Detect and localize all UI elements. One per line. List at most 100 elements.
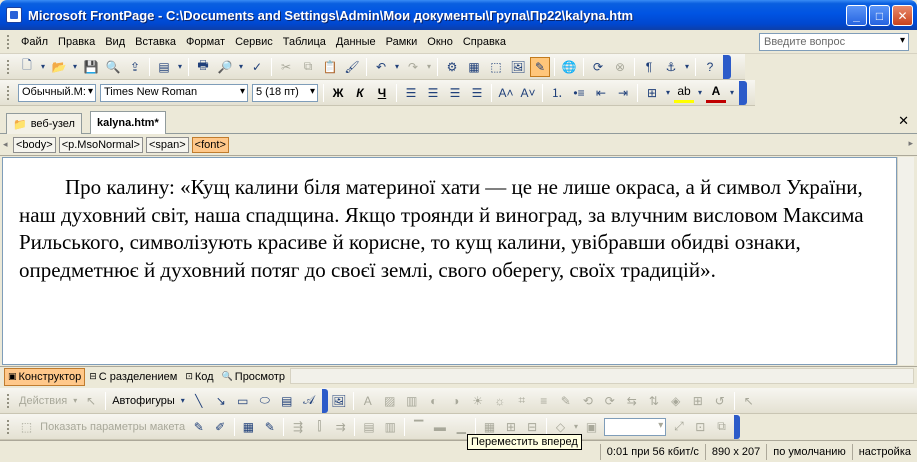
table-properties-icon[interactable]: ▦ bbox=[239, 417, 258, 437]
menu-view[interactable]: Вид bbox=[100, 33, 130, 51]
open-folder-icon[interactable]: 📂 bbox=[49, 57, 69, 77]
toolbar-options-handle[interactable] bbox=[723, 54, 731, 79]
layer-icon[interactable]: ⊡ bbox=[691, 417, 710, 437]
arrow-icon[interactable]: ↘ bbox=[211, 391, 231, 411]
wordart-icon[interactable]: 𝒜 bbox=[299, 391, 319, 411]
tag-body[interactable]: <body> bbox=[13, 136, 56, 153]
decrease-indent-icon[interactable]: ⇤ bbox=[591, 83, 611, 103]
dropdown-arrow-icon[interactable]: ▾ bbox=[728, 83, 736, 103]
toolbar-options-handle[interactable] bbox=[734, 414, 740, 439]
align-middle-icon[interactable]: ▬ bbox=[430, 417, 449, 437]
help-icon[interactable]: ? bbox=[700, 57, 720, 77]
align-right-icon[interactable]: ☰ bbox=[445, 83, 465, 103]
move-forward-icon[interactable]: ⧉ bbox=[712, 417, 731, 437]
show-layout-params-button[interactable]: Показать параметры макета bbox=[37, 421, 188, 433]
rotate-right-icon[interactable]: ⟳ bbox=[600, 391, 620, 411]
numbered-list-icon[interactable]: ⒈ bbox=[547, 83, 567, 103]
font-size-select[interactable]: 5 (18 пт) bbox=[252, 83, 318, 102]
fill-down-icon[interactable]: ▣ bbox=[582, 417, 601, 437]
paragraph-text[interactable]: Про калину: «Кущ калини біля материної х… bbox=[3, 158, 896, 284]
menu-table[interactable]: Таблица bbox=[278, 33, 331, 51]
insert-wordart-icon[interactable]: A bbox=[358, 391, 378, 411]
line-style-icon[interactable]: ≡ bbox=[534, 391, 554, 411]
dropdown-arrow-icon[interactable]: ▾ bbox=[71, 391, 79, 411]
style-select[interactable]: Обычный.M: bbox=[18, 83, 96, 102]
oval-icon[interactable]: ⬭ bbox=[255, 391, 275, 411]
dropdown-arrow-icon[interactable]: ▾ bbox=[425, 57, 433, 77]
tab-website[interactable]: 📁 веб-узел bbox=[6, 113, 82, 134]
tag-scroll-right-icon[interactable]: ▸ bbox=[908, 138, 913, 149]
cut-icon[interactable]: ✂ bbox=[276, 57, 296, 77]
frontpage-app-icon[interactable] bbox=[6, 7, 22, 23]
split-cells-icon[interactable]: ⫿ bbox=[310, 417, 329, 437]
save-icon[interactable]: 💾 bbox=[81, 57, 101, 77]
toolbar-options-handle[interactable] bbox=[321, 388, 328, 413]
restore-icon[interactable]: ↺ bbox=[710, 391, 730, 411]
less-brightness-icon[interactable]: ☼ bbox=[490, 391, 510, 411]
dropdown-arrow-icon[interactable]: ▾ bbox=[71, 57, 79, 77]
maximize-button[interactable]: □ bbox=[869, 5, 890, 26]
distribute-rows-icon[interactable]: ▤ bbox=[359, 417, 378, 437]
redo-icon[interactable]: ↷ bbox=[403, 57, 423, 77]
help-search-input[interactable]: Введите вопрос bbox=[759, 33, 909, 51]
toolbar-grip-handle[interactable] bbox=[6, 418, 10, 435]
hyperlink-globe-icon[interactable]: 🌐 bbox=[559, 57, 579, 77]
menu-help[interactable]: Справка bbox=[458, 33, 511, 51]
vertical-scrollbar[interactable] bbox=[897, 157, 914, 365]
search-binoculars-icon[interactable]: 🔍 bbox=[103, 57, 123, 77]
view-code-tab[interactable]: ⊡ Код bbox=[181, 368, 217, 386]
crop-icon[interactable]: ⌗ bbox=[512, 391, 532, 411]
color-icon[interactable]: ▥ bbox=[402, 391, 422, 411]
menu-file[interactable]: Файл bbox=[16, 33, 53, 51]
toggle-pane-icon[interactable]: ▤ bbox=[154, 57, 174, 77]
bulleted-list-icon[interactable]: •≡ bbox=[569, 83, 589, 103]
undo-icon[interactable]: ↶ bbox=[371, 57, 391, 77]
less-contrast-icon[interactable]: ◑ bbox=[446, 391, 466, 411]
close-window-button[interactable]: ✕ bbox=[892, 5, 913, 26]
view-design-tab[interactable]: ▣ Конструктор bbox=[4, 367, 86, 386]
dropdown-arrow-icon[interactable]: ▾ bbox=[683, 57, 691, 77]
flip-vertical-icon[interactable]: ⇅ bbox=[644, 391, 664, 411]
print-icon[interactable]: 🖶 bbox=[193, 57, 213, 77]
increase-font-icon[interactable]: A˄ bbox=[496, 83, 516, 103]
format-painter-icon[interactable]: 🖌 bbox=[342, 57, 362, 77]
menu-insert[interactable]: Вставка bbox=[130, 33, 181, 51]
layout-combo[interactable] bbox=[604, 417, 667, 436]
borders-icon[interactable]: ⊞ bbox=[642, 83, 662, 103]
tab-kalyna[interactable]: kalyna.htm* bbox=[90, 111, 166, 134]
line-icon[interactable]: ╲ bbox=[189, 391, 209, 411]
horizontal-scrollbar[interactable] bbox=[290, 368, 914, 384]
tag-span[interactable]: <span> bbox=[145, 136, 189, 153]
tag-font[interactable]: <font> bbox=[191, 136, 229, 153]
autoshapes-menu[interactable]: Автофигуры bbox=[109, 395, 178, 407]
bevel-icon[interactable]: ◈ bbox=[666, 391, 686, 411]
highlight-icon[interactable]: ab bbox=[674, 83, 694, 103]
tag-p[interactable]: <p.MsoNormal> bbox=[58, 136, 143, 153]
page-size-status[interactable]: 890 x 207 bbox=[704, 443, 766, 460]
italic-button[interactable]: К bbox=[350, 83, 370, 103]
autofit-icon[interactable]: ⤢ bbox=[669, 417, 688, 437]
toolbar-grip-handle[interactable] bbox=[6, 58, 10, 75]
toolbar-options-handle[interactable] bbox=[739, 80, 747, 105]
align-left-icon[interactable]: ☰ bbox=[401, 83, 421, 103]
bold-button[interactable]: Ж bbox=[328, 83, 348, 103]
menu-data[interactable]: Данные bbox=[331, 33, 381, 51]
align-top-icon[interactable]: ▔ bbox=[409, 417, 428, 437]
stop-icon[interactable]: ⊗ bbox=[610, 57, 630, 77]
menu-edit[interactable]: Правка bbox=[53, 33, 100, 51]
font-color-icon[interactable]: A bbox=[706, 83, 726, 103]
merge-cells-icon[interactable]: ⇉ bbox=[331, 417, 350, 437]
select-pointer-icon[interactable]: ↖ bbox=[81, 391, 101, 411]
cell-properties-icon[interactable]: ✎ bbox=[260, 417, 279, 437]
insert-table-icon[interactable]: ▦ bbox=[464, 57, 484, 77]
decrease-font-icon[interactable]: A˅ bbox=[518, 83, 538, 103]
toolbar-grip-handle[interactable] bbox=[6, 84, 10, 101]
picture-icon[interactable]: 🖼 bbox=[329, 391, 349, 411]
menu-tools[interactable]: Сервис bbox=[230, 33, 278, 51]
menu-grip-handle[interactable] bbox=[6, 33, 10, 50]
insert-picture-file-icon[interactable]: ▨ bbox=[380, 391, 400, 411]
align-center-icon[interactable]: ☰ bbox=[423, 83, 443, 103]
insert-layer-icon[interactable]: ⬚ bbox=[486, 57, 506, 77]
dropdown-arrow-icon[interactable]: ▾ bbox=[176, 57, 184, 77]
more-contrast-icon[interactable]: ◐ bbox=[424, 391, 444, 411]
